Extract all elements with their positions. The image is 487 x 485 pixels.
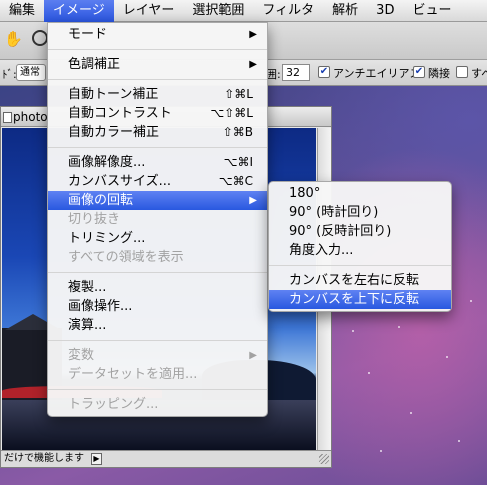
menu-separator	[48, 147, 267, 148]
menu-item-label: 画像解像度...	[68, 155, 146, 170]
image-menu-item: トラッピング...	[48, 395, 267, 414]
submenu-arrow-icon: ▶	[249, 195, 257, 206]
image-menu-item: 変数 ▶	[48, 346, 267, 365]
rotate-menu-item[interactable]: カンバスを上下に反転	[269, 290, 451, 309]
menubar-item[interactable]: 3D	[367, 0, 403, 22]
menu-separator	[48, 272, 267, 273]
menu-item-label: 角度入力...	[289, 243, 354, 258]
image-menu-item[interactable]: カンバスサイズ... ⌥⌘C	[48, 172, 267, 191]
image-menu-item[interactable]: トリミング...	[48, 229, 267, 248]
blend-mode-select[interactable]: 通常	[16, 64, 46, 81]
menu-item-label: モード	[68, 27, 108, 42]
rotate-menu-item[interactable]: カンバスを左右に反転	[269, 271, 451, 290]
menu-separator	[48, 49, 267, 50]
menu-item-shortcut: ⇧⌘L	[224, 87, 253, 101]
submenu-arrow-icon: ▶	[249, 59, 257, 70]
menu-bar: 編集 イメージ レイヤー 選択範囲 フィルタ 解析 3D ビュー	[0, 0, 487, 22]
menu-item-label: 複製...	[68, 280, 107, 295]
menu-item-label: 自動コントラスト	[68, 106, 172, 121]
menubar-item[interactable]: フィルタ	[253, 0, 323, 22]
image-menu-item[interactable]: 色調補正 ▶	[48, 55, 267, 74]
antialias-checkbox[interactable]: ✔	[318, 66, 330, 78]
rotate-menu-item[interactable]: 180°	[269, 184, 451, 203]
menu-item-label: 180°	[289, 186, 321, 201]
menu-item-shortcut: ⇧⌘B	[222, 125, 253, 139]
status-text: だけで機能します	[4, 453, 84, 464]
menu-item-label: 自動カラー補正	[68, 125, 160, 140]
image-menu-item: データセットを適用...	[48, 365, 267, 384]
menu-item-label: 演算...	[68, 318, 107, 333]
contiguous-label: 隣接	[428, 67, 450, 80]
image-menu-item[interactable]: 画像の回転 ▶	[48, 191, 267, 210]
image-menu-item[interactable]: 複製...	[48, 278, 267, 297]
menu-item-label: トリミング...	[68, 231, 146, 246]
menu-item-shortcut: ⌥⌘C	[218, 174, 253, 188]
rotate-menu-item[interactable]: 角度入力...	[269, 241, 451, 260]
menu-item-label: 90° (時計回り)	[289, 205, 379, 220]
menubar-item[interactable]: イメージ	[44, 0, 114, 22]
tolerance-input[interactable]: 32	[282, 64, 310, 81]
menu-item-shortcut: ⌥⇧⌘L	[210, 106, 253, 120]
menu-item-label: すべての領域を表示	[68, 250, 184, 265]
menu-separator	[48, 79, 267, 80]
menubar-item[interactable]: レイヤー	[114, 0, 184, 22]
all-layers-label: すべ	[471, 67, 487, 80]
image-menu-item[interactable]: 自動カラー補正 ⇧⌘B	[48, 123, 267, 142]
blend-mode-value: 通常	[20, 67, 40, 78]
zoom-tool-icon[interactable]	[32, 30, 48, 46]
hand-tool-icon[interactable]: ✋	[4, 30, 23, 48]
image-menu-item: すべての領域を表示	[48, 248, 267, 267]
menu-item-label: 画像の回転	[68, 193, 134, 208]
menu-item-label: データセットを適用...	[68, 367, 198, 382]
rotate-submenu: 180° 90° (時計回り) 90° (反時計回り) 角度入力... カンバスを左右に…	[268, 181, 452, 312]
menubar-item[interactable]: 選択範囲	[183, 0, 253, 22]
menu-item-label: 自動トーン補正	[68, 87, 159, 102]
antialias-label: アンチエイリアス	[333, 67, 421, 80]
menu-separator	[48, 389, 267, 390]
menu-item-label: トラッピング...	[68, 397, 159, 412]
menu-item-label: カンバスサイズ...	[68, 174, 172, 189]
submenu-arrow-icon: ▶	[249, 350, 257, 361]
tolerance-value: 32	[286, 66, 300, 79]
document-tab-title: photo	[13, 110, 48, 124]
menu-separator	[48, 340, 267, 341]
contiguous-checkbox[interactable]: ✔	[413, 66, 425, 78]
image-menu-item[interactable]: 自動コントラスト ⌥⇧⌘L	[48, 104, 267, 123]
menu-item-shortcut: ⌥⌘I	[223, 155, 253, 169]
menu-item-label: カンバスを左右に反転	[289, 273, 420, 288]
tolerance-label: 囲:	[266, 68, 281, 81]
menu-item-label: 色調補正	[68, 57, 121, 72]
menu-item-label: 90° (反時計回り)	[289, 224, 392, 239]
resize-grip-icon[interactable]	[319, 454, 329, 464]
image-menu-item: 切り抜き	[48, 210, 267, 229]
image-menu-item[interactable]: 自動トーン補正 ⇧⌘L	[48, 85, 267, 104]
menu-separator	[269, 265, 451, 266]
mode-label: ﾄﾞ:	[2, 68, 17, 81]
menu-item-label: カンバスを上下に反転	[289, 292, 420, 307]
status-menu-arrow-icon[interactable]: ▶	[91, 453, 102, 465]
menu-item-label: 画像操作...	[68, 299, 133, 314]
menubar-item[interactable]: ビュー	[403, 0, 460, 22]
menubar-item[interactable]: 解析	[323, 0, 367, 22]
image-menu-item[interactable]: 画像解像度... ⌥⌘I	[48, 153, 267, 172]
image-menu-item[interactable]: 演算...	[48, 316, 267, 335]
menu-item-label: 切り抜き	[68, 212, 121, 227]
image-menu: モード ▶ 色調補正 ▶ 自動トーン補正 ⇧⌘L 自動コントラスト ⌥⇧⌘L 自動カラー補正 ⇧⌘…	[47, 22, 268, 417]
menubar-item[interactable]: 編集	[0, 0, 44, 22]
document-status-bar: だけで機能します ▶	[1, 450, 331, 467]
submenu-arrow-icon: ▶	[249, 29, 257, 40]
image-menu-item[interactable]: モード ▶	[48, 25, 267, 44]
menu-item-label: 変数	[68, 348, 95, 363]
all-layers-checkbox[interactable]	[456, 66, 468, 78]
image-menu-item[interactable]: 画像操作...	[48, 297, 267, 316]
rotate-menu-item[interactable]: 90° (時計回り)	[269, 203, 451, 222]
rotate-menu-item[interactable]: 90° (反時計回り)	[269, 222, 451, 241]
